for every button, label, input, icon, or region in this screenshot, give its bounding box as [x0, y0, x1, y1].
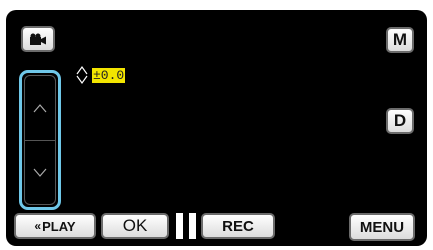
bottom-toolbar: « PLAY OK REC MENU [6, 206, 427, 246]
cropped-header-text [0, 0, 433, 6]
camera-screen: M ±0.0 D « PLAY OK REC MENU [6, 10, 427, 246]
exposure-value: ±0.0 [75, 65, 126, 85]
menu-button-label: MENU [359, 218, 405, 236]
ok-button-label: OK [122, 216, 148, 235]
video-camera-icon [30, 33, 46, 45]
adjust-up-button[interactable] [25, 76, 55, 141]
adjust-down-button[interactable] [25, 140, 55, 204]
adjust-slider[interactable] [19, 70, 61, 210]
play-button-label: PLAY [42, 218, 76, 234]
chevron-down-icon [33, 168, 47, 177]
chevron-up-icon [33, 103, 47, 112]
menu-button[interactable]: MENU [349, 213, 415, 241]
up-down-diamond-icon [76, 65, 88, 85]
play-button[interactable]: « PLAY [14, 213, 96, 239]
mode-button[interactable] [21, 26, 55, 52]
d-button[interactable]: D [386, 108, 414, 134]
ok-button[interactable]: OK [101, 213, 169, 239]
rec-button-label: REC [222, 217, 254, 235]
double-chevron-left-icon: « [34, 219, 42, 233]
rec-button[interactable]: REC [201, 213, 275, 239]
exposure-value-text: ±0.0 [92, 67, 126, 83]
pause-icon[interactable] [176, 213, 197, 239]
manual-mode-button[interactable]: M [386, 27, 414, 53]
d-button-label: D [393, 111, 407, 130]
m-button-label: M [392, 30, 408, 49]
